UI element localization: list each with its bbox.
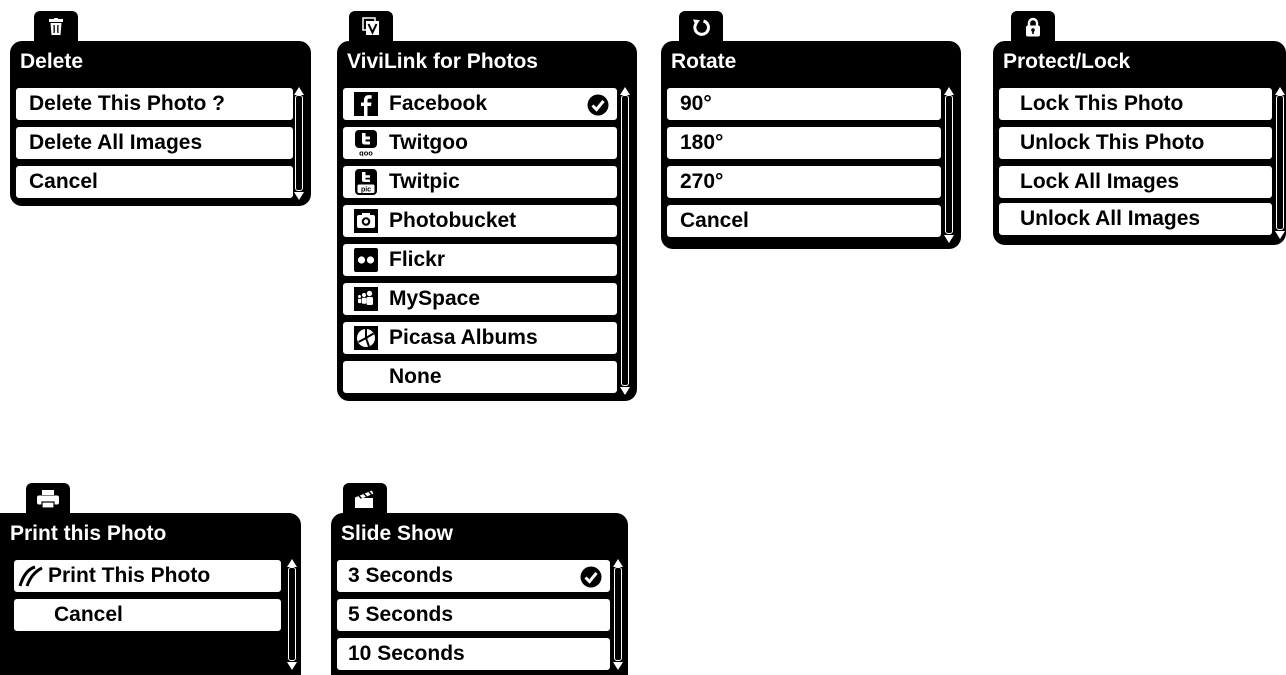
scrollbar[interactable] [1276,95,1284,230]
scroll-up-arrow[interactable] [287,559,297,567]
scrollbar[interactable] [288,567,296,661]
cancel-option[interactable]: Cancel [14,164,295,200]
protect-lock-menu: Protect/Lock Lock This Photo Unlock This… [993,11,1286,245]
3-seconds-option[interactable]: 3 Seconds [335,558,612,594]
rotate-180-option[interactable]: 180° [665,125,943,161]
scroll-down-arrow[interactable] [620,387,630,395]
lock-this-photo-option[interactable]: Lock This Photo [997,86,1274,122]
vivilink-menu: ViviLink for Photos Facebook goo Twitgoo… [337,11,637,401]
trash-icon [49,18,63,35]
menu-title: Protect/Lock [1003,50,1131,73]
rotate-270-option[interactable]: 270° [665,164,943,200]
scroll-down-arrow[interactable] [944,235,954,243]
unlock-this-photo-option[interactable]: Unlock This Photo [997,125,1274,161]
svg-text:goo: goo [359,149,373,157]
myspace-option[interactable]: MySpace [341,281,619,317]
lock-all-images-option[interactable]: Lock All Images [997,164,1274,200]
photobucket-option[interactable]: Photobucket [341,203,619,239]
delete-tab [34,11,78,43]
print-menu: Print this Photo Print This Photo Cancel [0,483,301,675]
scrollbar[interactable] [614,567,622,661]
rotate-tab [679,11,723,43]
scroll-down-arrow[interactable] [1275,231,1285,239]
printer-icon [37,490,59,508]
delete-menu: Delete Delete This Photo ? Delete All Im… [10,11,311,206]
scrollbar[interactable] [621,95,629,386]
scroll-down-arrow[interactable] [294,192,304,200]
rotate-90-option[interactable]: 90° [665,86,943,122]
print-this-photo-option[interactable]: Print This Photo [12,558,283,594]
rotate-icon [693,19,710,36]
slide-show-tab [343,483,387,515]
unlock-all-images-option[interactable]: Unlock All Images [997,201,1274,237]
twitgoo-option[interactable]: goo Twitgoo [341,125,619,161]
scrollbar[interactable] [945,95,953,234]
scroll-up-arrow[interactable] [620,87,630,95]
photobucket-icon [353,208,379,234]
10-seconds-option[interactable]: 10 Seconds [335,636,612,672]
lock-icon [1026,17,1040,37]
menu-title: Delete [20,50,84,73]
checkmark-icon [580,566,602,588]
picasa-icon [353,325,379,351]
flickr-icon [353,247,379,273]
delete-this-photo-option[interactable]: Delete This Photo ? [14,86,295,122]
vivilink-icon [362,17,379,35]
scroll-down-arrow[interactable] [287,662,297,670]
myspace-icon [353,286,379,312]
delete-all-images-option[interactable]: Delete All Images [14,125,295,161]
scroll-up-arrow[interactable] [613,559,623,567]
menu-title: Rotate [671,50,737,73]
none-option[interactable]: None [341,359,619,395]
facebook-icon [353,91,379,117]
vivilink-tab [349,11,393,43]
clapperboard-icon [355,490,374,508]
5-seconds-option[interactable]: 5 Seconds [335,597,612,633]
cancel-option[interactable]: Cancel [665,203,943,239]
scroll-down-arrow[interactable] [613,662,623,670]
facebook-option[interactable]: Facebook [341,86,619,122]
cancel-option[interactable]: Cancel [12,597,283,633]
rotate-menu: Rotate 90° 180° 270° Cancel [661,11,961,249]
twitpic-icon: pic [353,169,379,195]
twitgoo-icon: goo [353,130,379,156]
menu-title: Print this Photo [10,522,167,545]
svg-text:pic: pic [361,187,371,194]
print-tab [26,483,70,515]
flickr-option[interactable]: Flickr [341,242,619,278]
picasa-albums-option[interactable]: Picasa Albums [341,320,619,356]
scrollbar[interactable] [295,95,303,191]
menu-title: Slide Show [341,522,454,545]
menu-title: ViviLink for Photos [347,50,538,73]
twitpic-option[interactable]: pic Twitpic [341,164,619,200]
scroll-up-arrow[interactable] [294,87,304,95]
checkmark-icon [587,94,609,116]
scroll-up-arrow[interactable] [944,87,954,95]
pictbridge-icon [18,563,44,589]
protect-tab [1011,11,1055,43]
scroll-up-arrow[interactable] [1275,87,1285,95]
slide-show-menu: Slide Show 3 Seconds 5 Seconds 10 Second… [331,483,628,675]
